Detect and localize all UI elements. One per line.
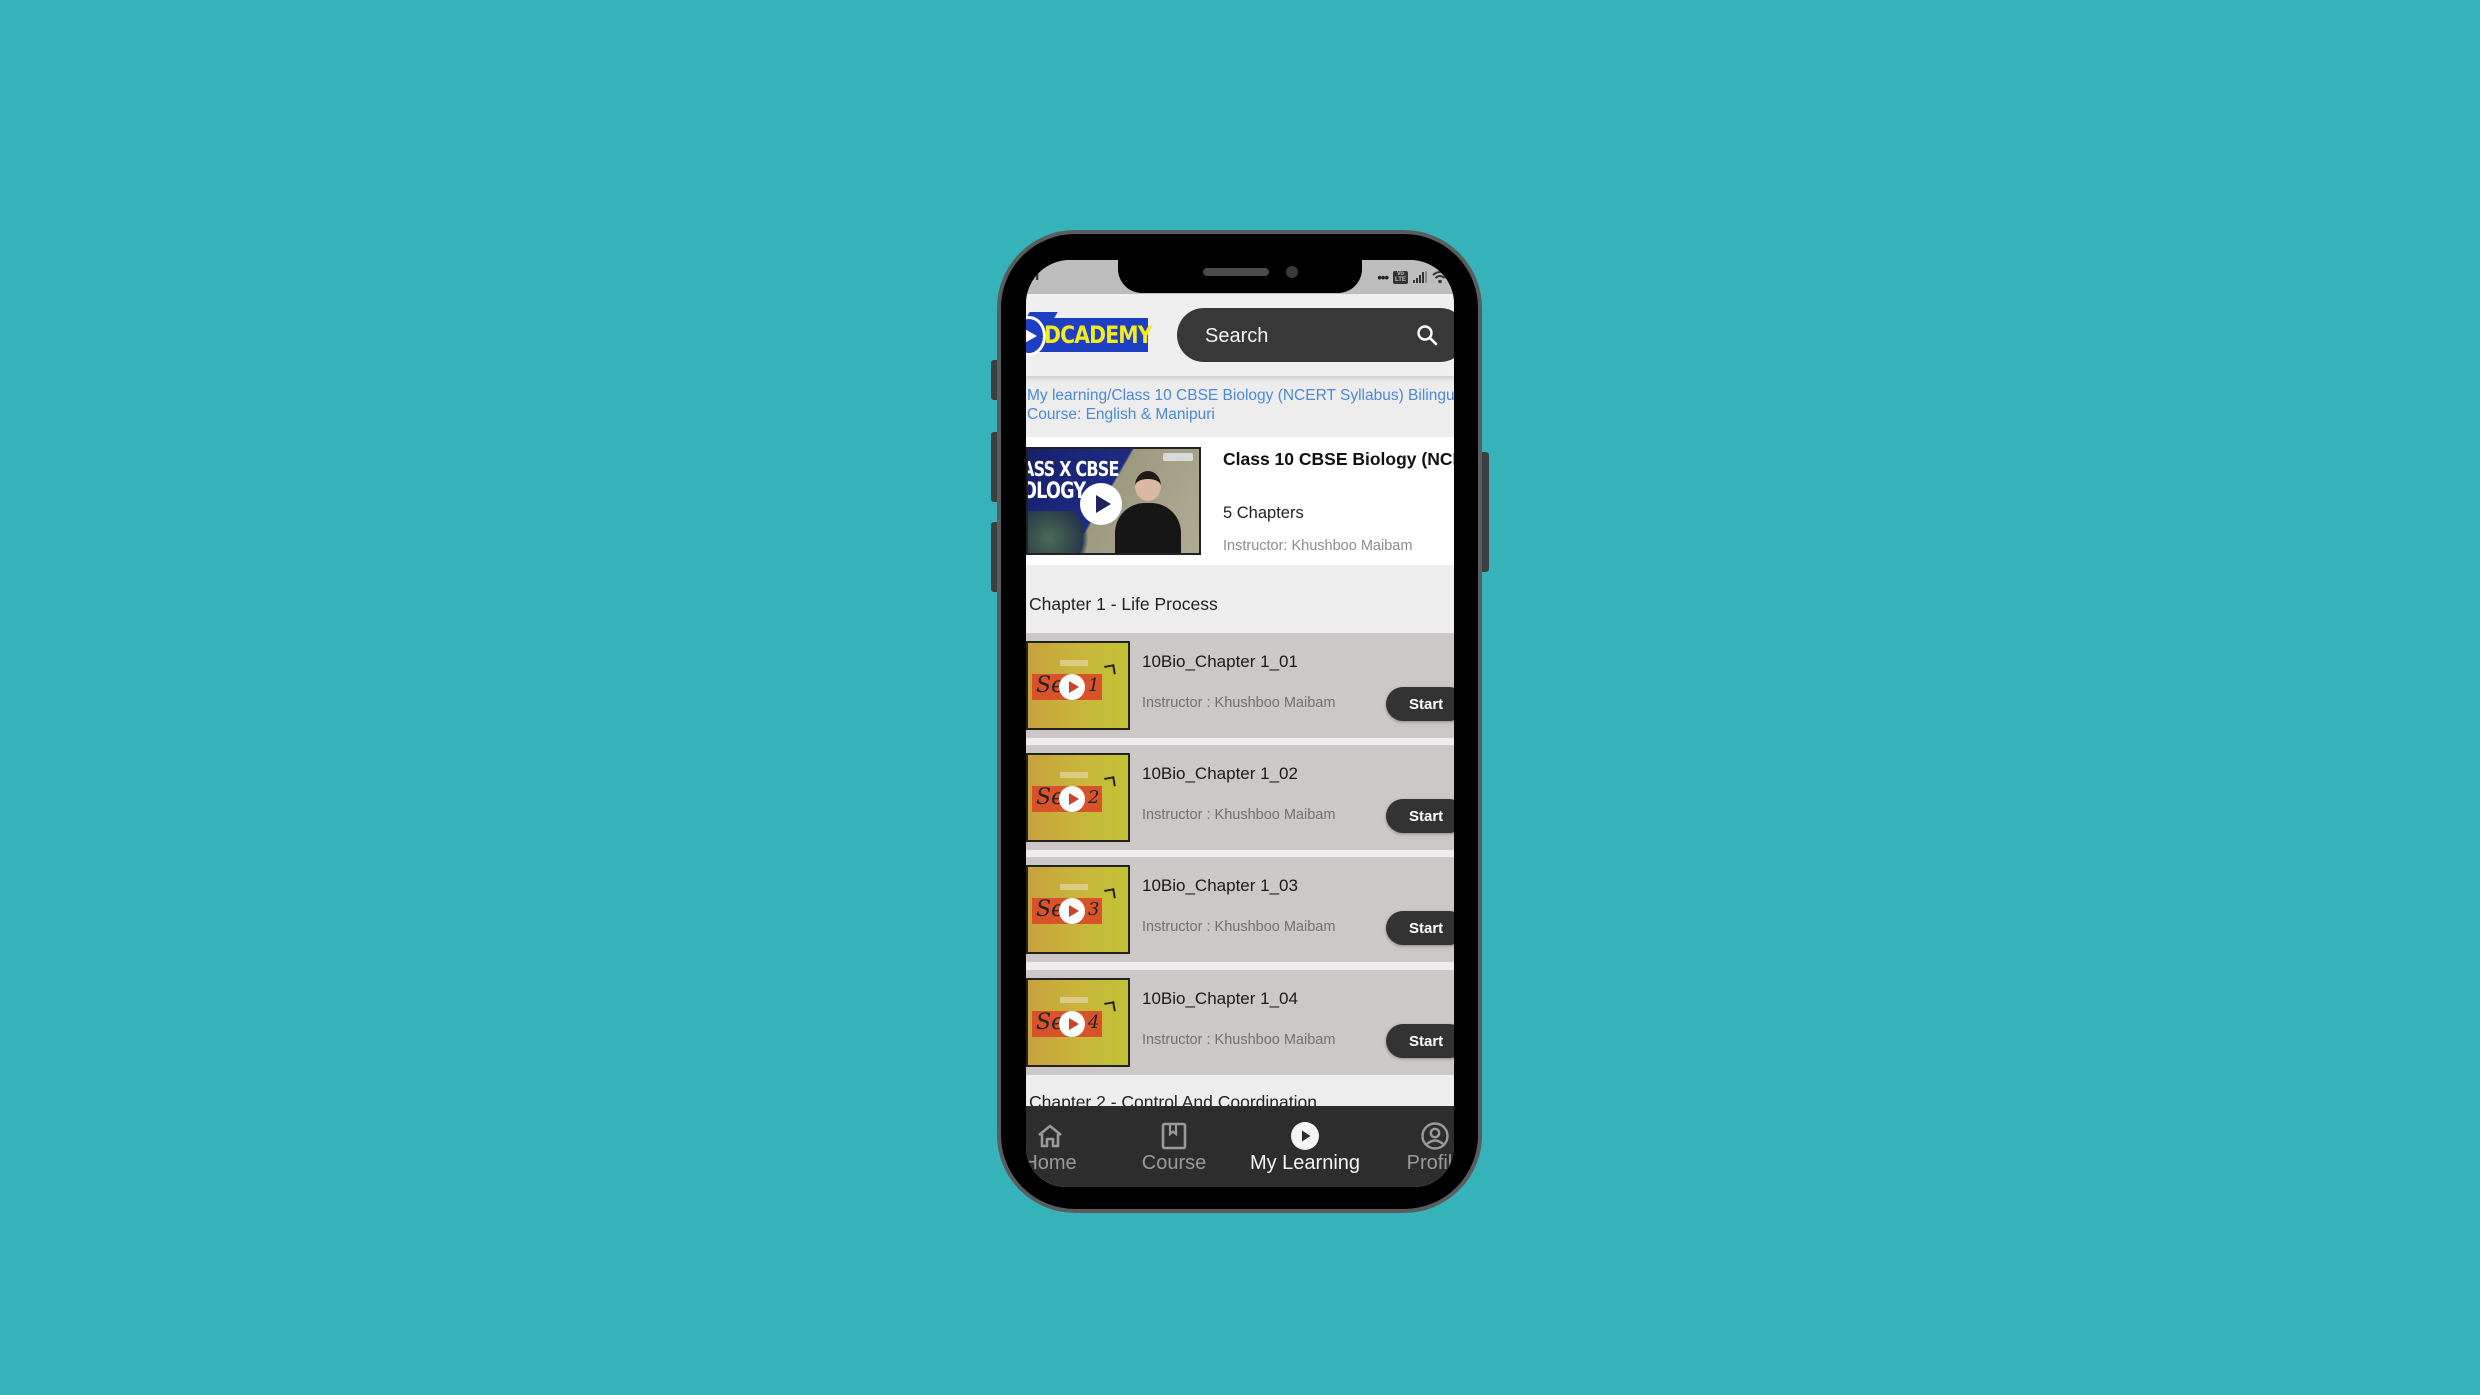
thumbnail-number: 3 — [1088, 899, 1100, 920]
breadcrumb[interactable]: My learning/Class 10 CBSE Biology (NCERT… — [1027, 386, 1454, 424]
phone-screen: M ••• VoLTE DCADEMY My learning/Class 10… — [1026, 260, 1454, 1187]
nav-item-profile[interactable]: Profile — [1380, 1106, 1454, 1187]
status-icons: ••• Vo LTE — [1377, 268, 1448, 286]
play-icon[interactable] — [1059, 898, 1085, 924]
nav-label: Course — [1141, 1152, 1207, 1174]
lesson-row[interactable]: Se 2 10Bio_Chapter 1_02 Instructor : Khu… — [1026, 745, 1454, 850]
course-thumbnail-text: OLOGY — [1026, 479, 1086, 504]
play-icon[interactable] — [1059, 1011, 1085, 1037]
app-header: DCADEMY — [1026, 294, 1454, 376]
chapter-heading[interactable]: Chapter 1 - Life Process — [1029, 594, 1218, 615]
nav-item-my-learning[interactable]: My Learning — [1250, 1106, 1360, 1187]
play-circle-icon — [1291, 1122, 1319, 1150]
start-button[interactable]: Start — [1386, 1024, 1454, 1058]
lesson-thumbnail[interactable]: Se 1 — [1026, 641, 1130, 730]
nav-label: My Learning — [1249, 1152, 1361, 1174]
wifi-icon — [1432, 271, 1448, 284]
nav-label: Profile — [1406, 1152, 1454, 1174]
camera-notch — [1118, 260, 1362, 293]
start-button[interactable]: Start — [1386, 687, 1454, 721]
thumbnail-number: 2 — [1088, 787, 1100, 808]
status-time: M — [1026, 267, 1040, 284]
app-logo[interactable]: DCADEMY — [1026, 308, 1153, 362]
course-card[interactable]: ASS X CBSE OLOGY Class 10 CBSE Biology (… — [1026, 437, 1454, 565]
phone-button-power — [1482, 452, 1489, 572]
lesson-row[interactable]: Se 3 10Bio_Chapter 1_03 Instructor : Khu… — [1026, 857, 1454, 962]
nav-item-home[interactable]: Home — [1026, 1106, 1105, 1187]
lesson-thumbnail[interactable]: Se 4 — [1026, 978, 1130, 1067]
lesson-title: 10Bio_Chapter 1_02 — [1142, 764, 1298, 783]
lesson-instructor: Instructor : Khushboo Maibam — [1142, 1032, 1336, 1048]
lesson-instructor: Instructor : Khushboo Maibam — [1142, 919, 1336, 935]
logo-text: DCADEMY — [1044, 321, 1153, 349]
lesson-thumbnail[interactable]: Se 3 — [1026, 865, 1130, 954]
lesson-thumbnail[interactable]: Se 2 — [1026, 753, 1130, 842]
course-thumbnail[interactable]: ASS X CBSE OLOGY — [1026, 447, 1201, 555]
front-camera — [1286, 266, 1298, 278]
signal-icon — [1413, 271, 1427, 283]
nav-item-course[interactable]: Course — [1119, 1106, 1229, 1187]
bookmark-book-icon — [1161, 1122, 1187, 1150]
lesson-title: 10Bio_Chapter 1_01 — [1142, 652, 1298, 671]
course-title: Class 10 CBSE Biology (NCERT Syllabus) B… — [1223, 449, 1454, 469]
search-input[interactable] — [1203, 308, 1407, 364]
profile-icon — [1421, 1122, 1449, 1150]
lesson-title: 10Bio_Chapter 1_03 — [1142, 876, 1298, 895]
lesson-instructor: Instructor : Khushboo Maibam — [1142, 807, 1336, 823]
course-instructor: Instructor: Khushboo Maibam — [1223, 538, 1413, 554]
play-icon[interactable] — [1080, 483, 1122, 525]
instructor-image — [1115, 471, 1181, 553]
play-icon[interactable] — [1059, 674, 1085, 700]
start-button[interactable]: Start — [1386, 911, 1454, 945]
thumbnail-number: 1 — [1088, 675, 1100, 696]
more-notifications-icon: ••• — [1377, 269, 1389, 285]
earpiece-speaker — [1203, 268, 1269, 276]
play-icon[interactable] — [1059, 786, 1085, 812]
search-icon[interactable] — [1416, 324, 1438, 346]
volte-icon: Vo LTE — [1393, 270, 1408, 284]
course-thumbnail-text: ASS X CBSE — [1026, 457, 1119, 481]
bottom-navigation: Home Course My Learning Profile — [1026, 1106, 1454, 1187]
thumbnail-brand-logo — [1163, 453, 1193, 461]
start-button[interactable]: Start — [1386, 799, 1454, 833]
home-icon — [1038, 1124, 1062, 1148]
lesson-instructor: Instructor : Khushboo Maibam — [1142, 695, 1336, 711]
search-bar[interactable] — [1177, 308, 1454, 364]
thumbnail-number: 4 — [1088, 1012, 1100, 1033]
lesson-row[interactable]: Se 4 10Bio_Chapter 1_04 Instructor : Khu… — [1026, 970, 1454, 1075]
course-chapter-count: 5 Chapters — [1223, 504, 1304, 522]
lesson-title: 10Bio_Chapter 1_04 — [1142, 989, 1298, 1008]
lesson-row[interactable]: Se 1 10Bio_Chapter 1_01 Instructor : Khu… — [1026, 633, 1454, 738]
